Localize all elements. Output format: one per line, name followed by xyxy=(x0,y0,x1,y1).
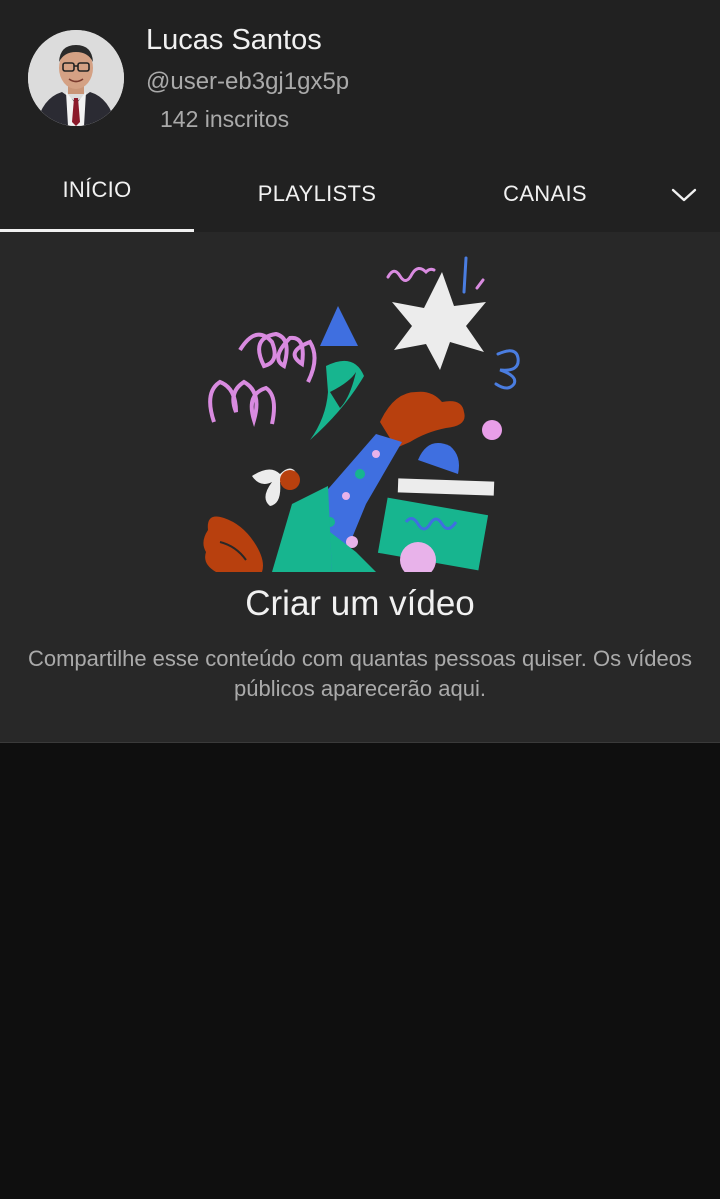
tabs-more-button[interactable] xyxy=(664,175,704,215)
tab-channels-label: CANAIS xyxy=(503,180,587,206)
tab-playlists-label: PLAYLISTS xyxy=(257,180,377,206)
empty-state-description: Compartilhe esse conteúdo com quantas pe… xyxy=(27,646,693,701)
channel-header: Lucas Santos @user-eb3gj1gx5p 142 inscri… xyxy=(0,0,720,155)
channel-tabs: INÍCIO PLAYLISTS CANAIS xyxy=(0,155,720,232)
tab-home-label: INÍCIO xyxy=(62,177,132,202)
avatar[interactable] xyxy=(28,30,124,126)
empty-state-panel: Criar um vídeo Compartilhe esse conteúdo… xyxy=(0,232,720,743)
avatar-photo xyxy=(28,30,124,126)
chevron-down-icon xyxy=(671,188,697,202)
channel-name: Lucas Santos xyxy=(146,24,322,56)
channel-handle: @user-eb3gj1gx5p xyxy=(146,68,350,95)
subscriber-count: 142 inscritos xyxy=(160,106,290,132)
tab-playlists[interactable]: PLAYLISTS xyxy=(220,155,414,232)
tab-home[interactable]: INÍCIO xyxy=(0,155,194,232)
create-video-illustration xyxy=(203,256,520,572)
empty-state-title: Criar um vídeo xyxy=(245,584,475,623)
tab-channels[interactable]: CANAIS xyxy=(448,155,642,232)
channel-page: Lucas Santos @user-eb3gj1gx5p 142 inscri… xyxy=(0,0,720,1199)
